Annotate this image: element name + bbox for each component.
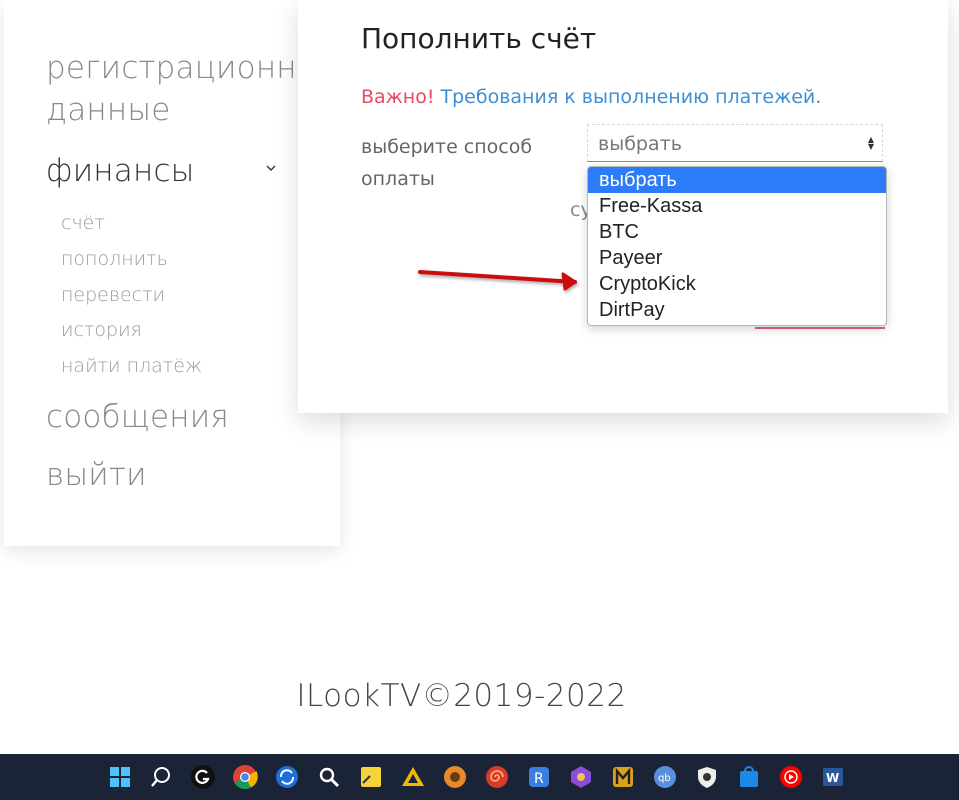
nav-sub-transfer[interactable]: перевести xyxy=(61,283,165,307)
youtube-music-icon[interactable] xyxy=(778,764,804,790)
payment-method-select[interactable]: выбрать ▲ ▼ xyxy=(587,124,883,162)
payment-method-dropdown[interactable]: выбрать Free-Kassa BTC Payeer CryptoKick… xyxy=(587,166,887,326)
sticky-notes-icon[interactable] xyxy=(358,764,384,790)
option-btc[interactable]: BTC xyxy=(588,219,886,245)
option-choose[interactable]: выбрать xyxy=(588,167,886,193)
important-notice: Важно! Требования к выполнению платежей. xyxy=(361,86,821,108)
app-orange-circle-icon[interactable] xyxy=(442,764,468,790)
qbittorrent-icon[interactable]: qb xyxy=(652,764,678,790)
modal-title: Пополнить счёт xyxy=(361,22,597,55)
magnifier-icon[interactable] xyxy=(316,764,342,790)
nav-messages[interactable]: сообщения xyxy=(46,396,229,438)
option-dirtpay[interactable]: DirtPay xyxy=(588,297,886,323)
nav-finance[interactable]: финансы xyxy=(46,150,195,192)
chevron-down-icon[interactable] xyxy=(266,163,276,173)
svg-text:R: R xyxy=(534,771,544,787)
nav-sub-find-payment[interactable]: найти платёж xyxy=(61,354,202,378)
requirements-link[interactable]: Требования к выполнению платежей. xyxy=(441,86,822,108)
annotation-arrow-icon xyxy=(418,270,577,291)
taskbar: R qb W xyxy=(0,754,959,800)
select-arrows-icon: ▲ ▼ xyxy=(867,135,874,151)
payment-method-label: выберите способ оплаты xyxy=(361,136,533,190)
sidebar: регистрационные данные финансы счёт попо… xyxy=(4,0,340,546)
store-icon[interactable] xyxy=(736,764,762,790)
svg-text:qb: qb xyxy=(658,773,671,784)
svg-text:W: W xyxy=(826,771,839,785)
nav-sub-account[interactable]: счёт xyxy=(61,211,105,235)
sync-icon[interactable] xyxy=(274,764,300,790)
submit-underline xyxy=(755,327,885,329)
shield-icon[interactable] xyxy=(694,764,720,790)
app-m-icon[interactable] xyxy=(610,764,636,790)
windows-start-icon[interactable] xyxy=(107,764,133,790)
app-yellow-triangle-icon[interactable] xyxy=(400,764,426,790)
select-value: выбрать xyxy=(598,133,682,155)
nav-sub-history[interactable]: история xyxy=(61,318,142,342)
option-cryptokick[interactable]: CryptoKick xyxy=(588,271,886,297)
app-purple-hex-icon[interactable] xyxy=(568,764,594,790)
word-icon[interactable]: W xyxy=(820,764,846,790)
chrome-icon[interactable] xyxy=(232,764,258,790)
nav-logout[interactable]: выйти xyxy=(46,454,147,496)
option-payeer[interactable]: Payeer xyxy=(588,245,886,271)
nav-registration-data[interactable]: регистрационные данные xyxy=(46,47,340,131)
app-red-spiral-icon[interactable] xyxy=(484,764,510,790)
option-free-kassa[interactable]: Free-Kassa xyxy=(588,193,886,219)
important-label: Важно! xyxy=(361,86,435,108)
nav-sub-topup[interactable]: пополнить xyxy=(61,247,168,271)
logitech-g-icon[interactable] xyxy=(190,764,216,790)
app-blue-r-icon[interactable]: R xyxy=(526,764,552,790)
search-icon[interactable] xyxy=(148,764,174,790)
footer-copyright: ILookTV©2019-2022 xyxy=(296,678,627,714)
